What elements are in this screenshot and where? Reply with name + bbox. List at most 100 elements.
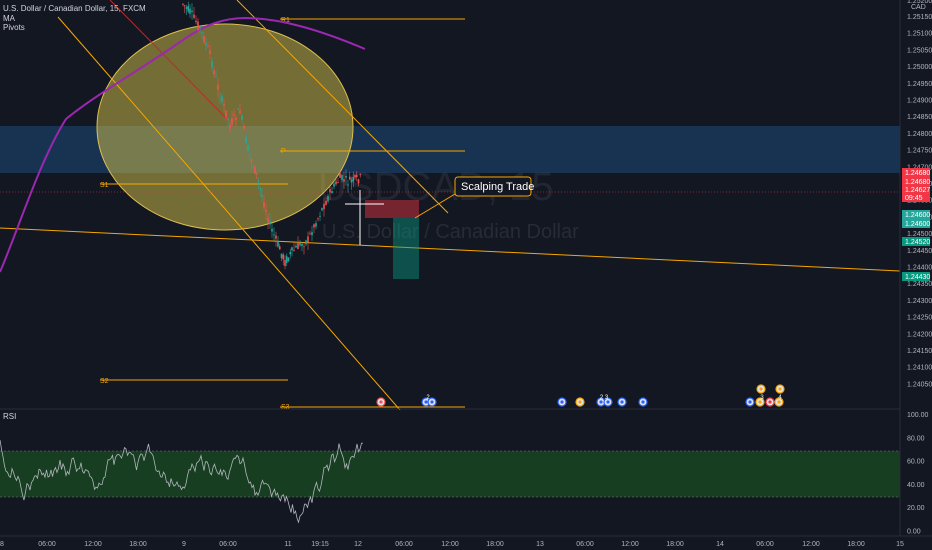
symbol-title[interactable]: U.S. Dollar / Canadian Dollar, 15, FXCM <box>3 4 146 13</box>
candle-body <box>280 253 283 259</box>
event-count: 2 3 <box>600 395 609 401</box>
candle-body <box>223 104 225 106</box>
candle-body <box>231 118 233 125</box>
chart-window: USDCAD, 15 U.S. Dollar / Canadian Dollar… <box>0 0 932 550</box>
time-label: 12 <box>354 541 362 548</box>
candle-body <box>354 175 356 178</box>
candle-body <box>191 10 193 12</box>
price-tick: 1.24400 <box>907 265 932 272</box>
candle-body <box>341 174 343 181</box>
candle-body <box>284 260 286 267</box>
pivot-s2-label: S2 <box>100 378 109 385</box>
candle-body <box>211 61 213 68</box>
position-target-zone[interactable] <box>393 218 419 279</box>
candle-body <box>285 256 288 263</box>
candle-body <box>217 84 219 90</box>
event-badge-dot <box>379 400 383 404</box>
candle-body <box>193 14 195 18</box>
candle-body <box>303 246 305 248</box>
price-marker: 1.24600 <box>905 221 930 228</box>
time-label: 15 <box>896 541 904 548</box>
candle-body <box>233 114 235 116</box>
candle-body <box>247 145 249 152</box>
candle-body <box>291 247 293 251</box>
price-marker: 1.24520 <box>905 239 930 246</box>
time-axis-labels: 8 06:00 12:00 18:00 9 06:00 11 19:15 12 06:00 12:0… <box>0 541 904 548</box>
time-label: 18:00 <box>129 541 147 548</box>
candle-body <box>182 3 184 5</box>
price-marker: 1.24680 <box>905 170 930 177</box>
candle-body <box>213 70 215 75</box>
price-tick: 1.24100 <box>907 365 932 372</box>
candle-body <box>250 159 253 163</box>
candle-body <box>335 181 337 185</box>
candle-body <box>207 45 209 47</box>
pivot-s1-label: S1 <box>100 182 109 189</box>
rsi-tick: 80.00 <box>907 435 925 442</box>
price-tick: 1.24050 <box>907 381 932 388</box>
candle-body <box>307 236 309 243</box>
callout-text: Scalping Trade <box>461 181 534 193</box>
candle-body <box>265 209 267 213</box>
candle-body <box>197 21 199 30</box>
event-badge-dot <box>759 387 763 391</box>
chart-canvas[interactable]: USDCAD, 15 U.S. Dollar / Canadian Dollar… <box>0 0 932 550</box>
price-tick: 1.24150 <box>907 348 932 355</box>
candle-body <box>331 191 333 194</box>
currency-label: CAD <box>911 4 926 11</box>
rsi-label[interactable]: RSI <box>3 412 16 421</box>
candle-body <box>215 76 217 78</box>
candle-body <box>293 249 295 251</box>
event-badge-dot <box>778 387 782 391</box>
candle-body <box>263 202 265 208</box>
price-marker: 1.24680 <box>905 179 930 186</box>
price-tick: 1.24200 <box>907 331 932 338</box>
price-marker: 1.24627 <box>905 187 930 194</box>
candle-body <box>315 223 317 227</box>
candle-body <box>209 50 211 55</box>
time-label: 19:15 <box>311 541 329 548</box>
indicator-pivots-label[interactable]: Pivots <box>3 23 25 32</box>
candle-body <box>347 184 349 186</box>
candle-body <box>275 235 277 239</box>
candle-body <box>299 242 301 246</box>
highlight-ellipse[interactable] <box>96 23 354 231</box>
time-label: 06:00 <box>395 541 413 548</box>
candle-body <box>355 175 358 178</box>
candle-body <box>273 234 275 236</box>
time-label: 12:00 <box>802 541 820 548</box>
candle-body <box>287 257 290 261</box>
event-badge-dot <box>620 400 624 404</box>
candle-body <box>229 124 231 129</box>
candle-body <box>352 176 355 182</box>
time-label: 18:00 <box>666 541 684 548</box>
candle-body <box>350 179 353 183</box>
event-badge-dot <box>768 400 772 404</box>
candle-body <box>267 217 269 223</box>
candle-body <box>199 26 201 29</box>
rsi-tick: 0.00 <box>907 529 921 536</box>
indicator-ma-label[interactable]: MA <box>3 14 16 23</box>
pivot-s3-label: S3 <box>281 404 290 411</box>
candle-body <box>325 200 327 205</box>
price-tick: 1.25000 <box>907 64 932 71</box>
candle-body <box>195 20 197 23</box>
candle-body <box>277 241 279 247</box>
candle-body <box>252 166 255 168</box>
candle-body <box>359 174 362 176</box>
candle-body <box>321 208 323 211</box>
candle-body <box>271 228 273 232</box>
time-label: 06:00 <box>219 541 237 548</box>
candle-body <box>297 243 299 250</box>
candle-body <box>254 165 256 174</box>
candle-body <box>241 115 243 120</box>
event-badge-dot <box>560 400 564 404</box>
candle-body <box>183 5 186 7</box>
candle-body <box>239 110 241 114</box>
position-stop-zone[interactable] <box>365 200 419 218</box>
price-tick: 1.24250 <box>907 315 932 322</box>
time-label: 18:00 <box>486 541 504 548</box>
price-marker: 1.24600 <box>905 212 930 219</box>
candle-body <box>261 194 263 197</box>
candle-body <box>203 36 205 43</box>
